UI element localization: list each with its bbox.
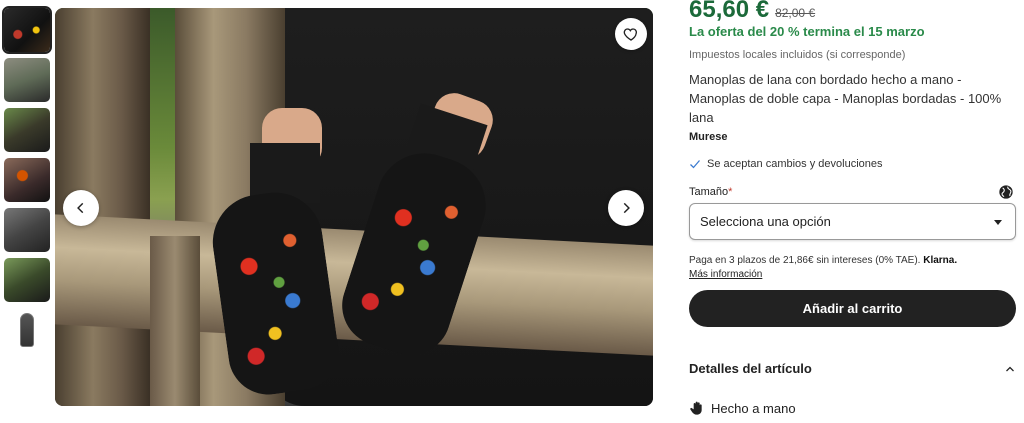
product-title: Manoplas de lana con bordado hecho a man… xyxy=(689,72,1002,125)
item-details-toggle[interactable]: Detalles del artículo xyxy=(689,361,1016,376)
taxes-note: Impuestos locales incluidos (si correspo… xyxy=(689,49,906,61)
caret-down-icon xyxy=(994,219,1002,225)
price-row: 65,60 € 82,00 € xyxy=(689,0,815,24)
heart-icon xyxy=(623,28,637,41)
product-main-image xyxy=(55,8,653,406)
globe-icon[interactable] xyxy=(998,184,1014,200)
original-price: 82,00 € xyxy=(775,6,816,20)
klarna-text: Paga en 3 plazos de 21,86€ sin intereses… xyxy=(689,255,921,266)
thumbnail-1[interactable] xyxy=(2,6,52,54)
chevron-up-icon xyxy=(1006,366,1014,371)
add-to-cart-button[interactable]: Añadir al carrito xyxy=(689,290,1016,327)
chevron-left-icon xyxy=(77,202,84,214)
handmade-row: Hecho a mano xyxy=(689,400,796,416)
thumbnail-6[interactable] xyxy=(4,258,50,302)
more-info-link[interactable]: Más información xyxy=(689,269,762,280)
checkmark-icon xyxy=(690,160,700,169)
next-image-button[interactable] xyxy=(608,190,644,226)
previous-image-button[interactable] xyxy=(63,190,99,226)
thumbnail-3[interactable] xyxy=(4,108,50,152)
chevron-right-icon xyxy=(623,202,630,214)
size-select-value: Selecciona una opción xyxy=(700,214,831,229)
klarna-logo: Klarna. xyxy=(923,255,958,266)
thumbnail-5[interactable] xyxy=(4,208,50,252)
size-select[interactable]: Selecciona una opción xyxy=(689,203,1016,240)
offer-text: La oferta del 20 % termina el 15 marzo xyxy=(689,24,925,39)
shop-name[interactable]: Murese xyxy=(689,131,728,143)
returns-note: Se aceptan cambios y devoluciones xyxy=(689,158,883,170)
klarna-installments: Paga en 3 plazos de 21,86€ sin intereses… xyxy=(689,254,1016,282)
item-details-title: Detalles del artículo xyxy=(689,361,812,376)
required-mark: * xyxy=(728,186,733,198)
thumbnail-2[interactable] xyxy=(4,58,50,102)
size-label: Tamaño* xyxy=(689,186,733,198)
hand-icon xyxy=(690,401,702,415)
thumbnail-strip xyxy=(2,6,52,358)
favorite-button[interactable] xyxy=(615,18,647,50)
thumbnail-4[interactable] xyxy=(4,158,50,202)
thumbnail-7[interactable] xyxy=(4,308,50,352)
handmade-label: Hecho a mano xyxy=(711,400,796,416)
current-price: 65,60 € xyxy=(689,0,770,23)
returns-label: Se aceptan cambios y devoluciones xyxy=(707,158,883,170)
